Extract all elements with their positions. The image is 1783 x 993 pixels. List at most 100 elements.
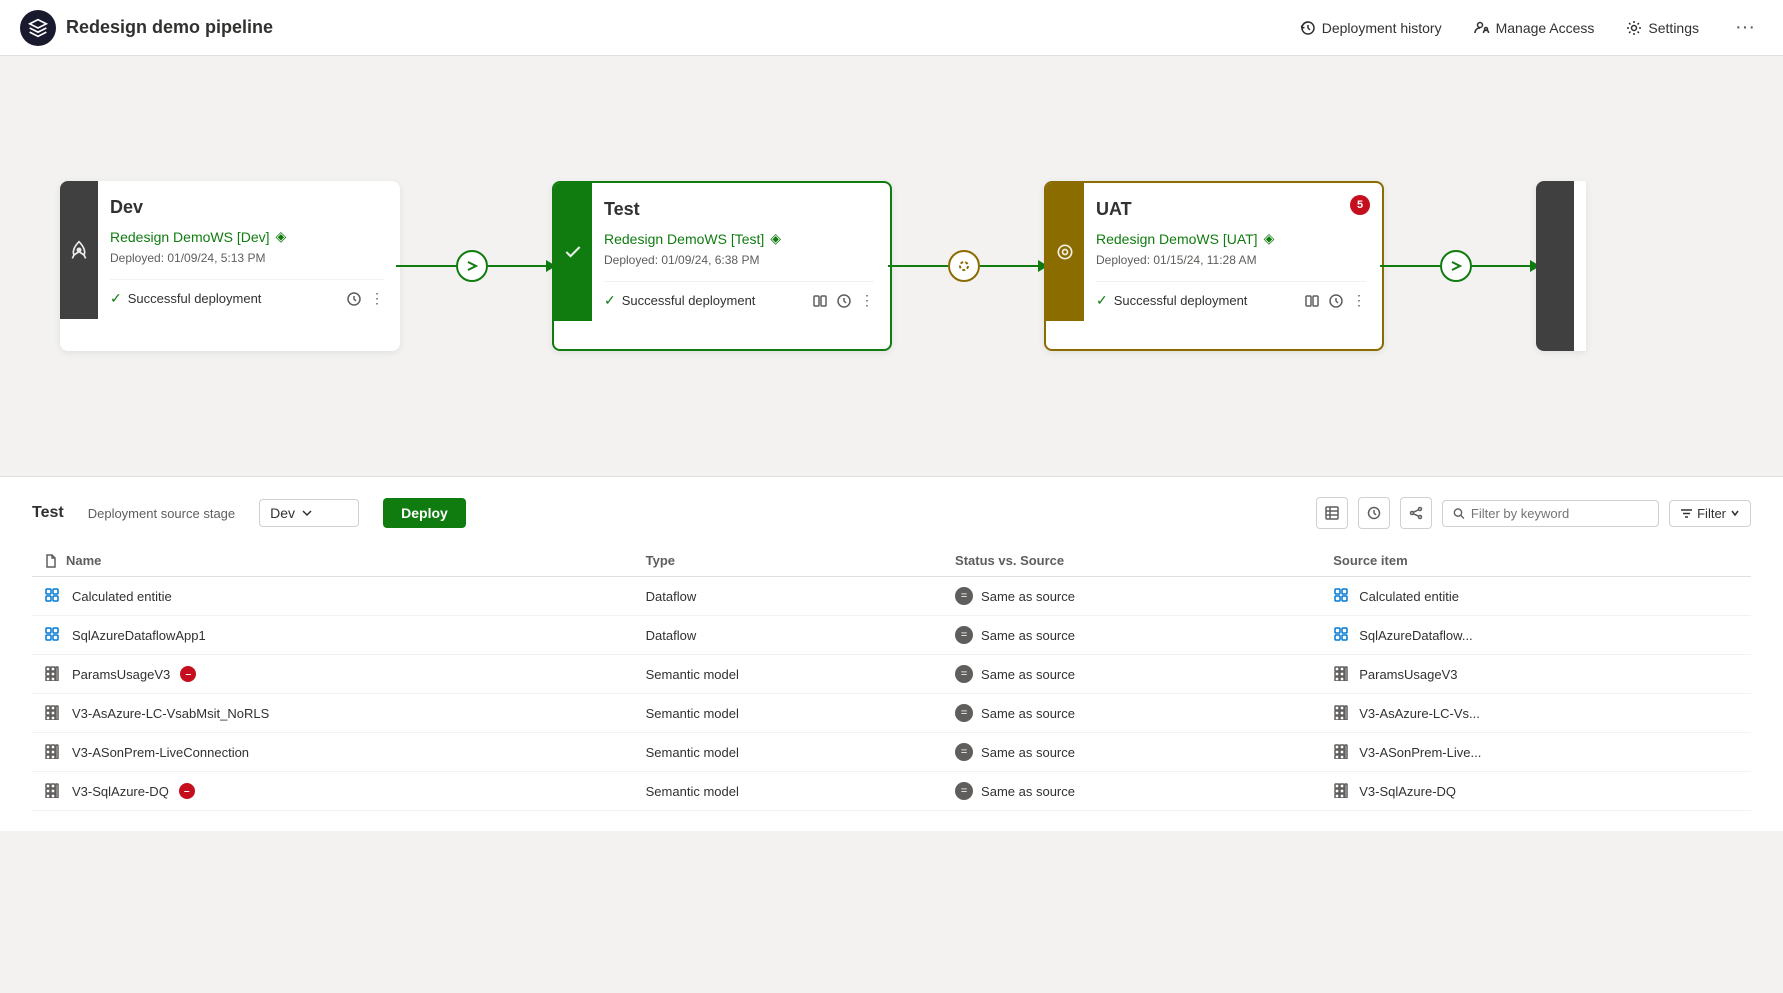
keyword-filter-input[interactable] xyxy=(1442,500,1659,527)
uat-actions: ⋮ xyxy=(1304,292,1366,309)
uat-success-icon: ✓ xyxy=(1096,292,1108,309)
col-header-type: Type xyxy=(634,545,943,577)
source-stage-dropdown[interactable]: Dev xyxy=(259,499,359,527)
filter-chevron-icon xyxy=(1730,508,1740,518)
connector-dev-test xyxy=(396,250,556,282)
dev-workspace: Redesign DemoWS [Dev] ◈ xyxy=(110,228,384,245)
cell-type-5: Semantic model xyxy=(634,772,943,811)
test-compare-btn[interactable] xyxy=(812,293,828,309)
cell-source-5: V3-SqlAzure-DQ xyxy=(1333,782,1739,800)
app-icon xyxy=(20,10,56,46)
status-equal-icon-1: = xyxy=(955,626,973,644)
cell-name-2: ParamsUsageV3 – xyxy=(44,665,622,683)
uat-circle-icon xyxy=(1055,242,1075,262)
search-icon xyxy=(1453,507,1465,520)
uat-deployed: Deployed: 01/15/24, 11:28 AM xyxy=(1096,253,1366,267)
test-history-btn[interactable] xyxy=(836,293,852,309)
share-btn[interactable] xyxy=(1400,497,1432,529)
cell-type-2: Semantic model xyxy=(634,655,943,694)
uat-diamond-icon: ◈ xyxy=(1264,230,1275,247)
dev-success-icon: ✓ xyxy=(110,290,122,307)
cell-name-0: Calculated entitie xyxy=(44,587,622,605)
source-stage-label: Deployment source stage xyxy=(88,506,235,521)
status-equal-icon-0: = xyxy=(955,587,973,605)
connector-circle-1 xyxy=(456,250,488,282)
cell-status-2: = Same as source xyxy=(955,665,1309,683)
cell-status-4: = Same as source xyxy=(955,743,1309,761)
status-equal-icon-2: = xyxy=(955,665,973,683)
dev-sidebar xyxy=(60,181,98,319)
cell-source-1: SqlAzureDataflow... xyxy=(1333,626,1739,644)
dropdown-chevron-icon xyxy=(301,507,313,519)
dev-rocket-icon xyxy=(69,240,89,260)
test-stage-name: Test xyxy=(604,199,874,220)
test-sidebar xyxy=(554,183,592,321)
uat-history-btn[interactable] xyxy=(1328,293,1344,309)
stage-card-prod-partial xyxy=(1536,181,1586,351)
pipeline-area: Dev Redesign DemoWS [Dev] ◈ Deployed: 01… xyxy=(0,56,1783,476)
test-deployed: Deployed: 01/09/24, 6:38 PM xyxy=(604,253,874,267)
connector-line-3 xyxy=(1380,265,1440,267)
connector-line-1 xyxy=(396,265,456,267)
table-row[interactable]: SqlAzureDataflowApp1 Dataflow = Same as … xyxy=(32,616,1751,655)
deployment-history-btn[interactable]: Deployment history xyxy=(1296,14,1446,42)
manage-access-btn[interactable]: Manage Access xyxy=(1470,14,1599,42)
table-view-btn[interactable] xyxy=(1316,497,1348,529)
connector-line-3b xyxy=(1472,265,1532,267)
cell-name-3: V3-AsAzure-LC-VsabMsit_NoRLS xyxy=(44,704,622,722)
cell-source-2: ParamsUsageV3 xyxy=(1333,665,1739,683)
cell-name-4: V3-ASonPrem-LiveConnection xyxy=(44,743,622,761)
cell-type-4: Semantic model xyxy=(634,733,943,772)
dev-history-btn[interactable] xyxy=(346,291,362,307)
test-actions: ⋮ xyxy=(812,292,874,309)
row-icon-2 xyxy=(44,665,62,683)
table-row[interactable]: Calculated entitie Dataflow = Same as so… xyxy=(32,577,1751,616)
cell-source-4: V3-ASonPrem-Live... xyxy=(1333,743,1739,761)
connector-line-1b xyxy=(488,265,548,267)
bottom-header: Test Deployment source stage Dev Deploy xyxy=(32,497,1751,529)
uat-more-btn[interactable]: ⋮ xyxy=(1352,292,1366,309)
dev-diamond-icon: ◈ xyxy=(276,228,287,245)
cell-status-0: = Same as source xyxy=(955,587,1309,605)
test-diamond-icon: ◈ xyxy=(770,230,781,247)
row-icon-5 xyxy=(44,782,62,800)
table-header-row: Name Type Status vs. Source Source item xyxy=(32,545,1751,577)
filter-icon xyxy=(1680,507,1693,520)
col-header-status: Status vs. Source xyxy=(943,545,1321,577)
uat-badge: 5 xyxy=(1350,195,1370,215)
table-row[interactable]: V3-SqlAzure-DQ – Semantic model = Same a… xyxy=(32,772,1751,811)
items-table: Name Type Status vs. Source Source item … xyxy=(32,545,1751,811)
connector-uat-prod xyxy=(1380,250,1540,282)
cell-status-1: = Same as source xyxy=(955,626,1309,644)
connector-circle-3 xyxy=(1440,250,1472,282)
test-more-btn[interactable]: ⋮ xyxy=(860,292,874,309)
status-equal-icon-4: = xyxy=(955,743,973,761)
uat-status: ✓ Successful deployment xyxy=(1096,292,1247,309)
cell-status-3: = Same as source xyxy=(955,704,1309,722)
connector-circle-2 xyxy=(948,250,980,282)
stage-card-uat: 5 UAT Redesign DemoWS [UAT] ◈ Deployed: … xyxy=(1044,181,1384,351)
col-header-name: Name xyxy=(32,545,634,577)
test-check-icon xyxy=(563,242,583,262)
history-view-btn[interactable] xyxy=(1358,497,1390,529)
uat-compare-btn[interactable] xyxy=(1304,293,1320,309)
status-equal-icon-3: = xyxy=(955,704,973,722)
dev-more-btn[interactable]: ⋮ xyxy=(370,290,384,307)
table-row[interactable]: ParamsUsageV3 – Semantic model = Same as… xyxy=(32,655,1751,694)
source-icon-4 xyxy=(1333,743,1351,761)
row-icon-1 xyxy=(44,626,62,644)
keyword-filter-field[interactable] xyxy=(1471,506,1648,521)
uat-sidebar xyxy=(1046,183,1084,321)
table-row[interactable]: V3-ASonPrem-LiveConnection Semantic mode… xyxy=(32,733,1751,772)
settings-btn[interactable]: Settings xyxy=(1622,14,1703,42)
more-options-btn[interactable]: ··· xyxy=(1727,12,1763,43)
cell-source-3: V3-AsAzure-LC-Vs... xyxy=(1333,704,1739,722)
prod-sidebar-partial xyxy=(1536,181,1574,351)
deploy-button[interactable]: Deploy xyxy=(383,498,466,528)
cell-source-0: Calculated entitie xyxy=(1333,587,1739,605)
stage-card-dev: Dev Redesign DemoWS [Dev] ◈ Deployed: 01… xyxy=(60,181,400,351)
file-icon xyxy=(44,554,58,568)
filter-button[interactable]: Filter xyxy=(1669,500,1751,527)
page-title: Redesign demo pipeline xyxy=(66,17,273,38)
table-row[interactable]: V3-AsAzure-LC-VsabMsit_NoRLS Semantic mo… xyxy=(32,694,1751,733)
